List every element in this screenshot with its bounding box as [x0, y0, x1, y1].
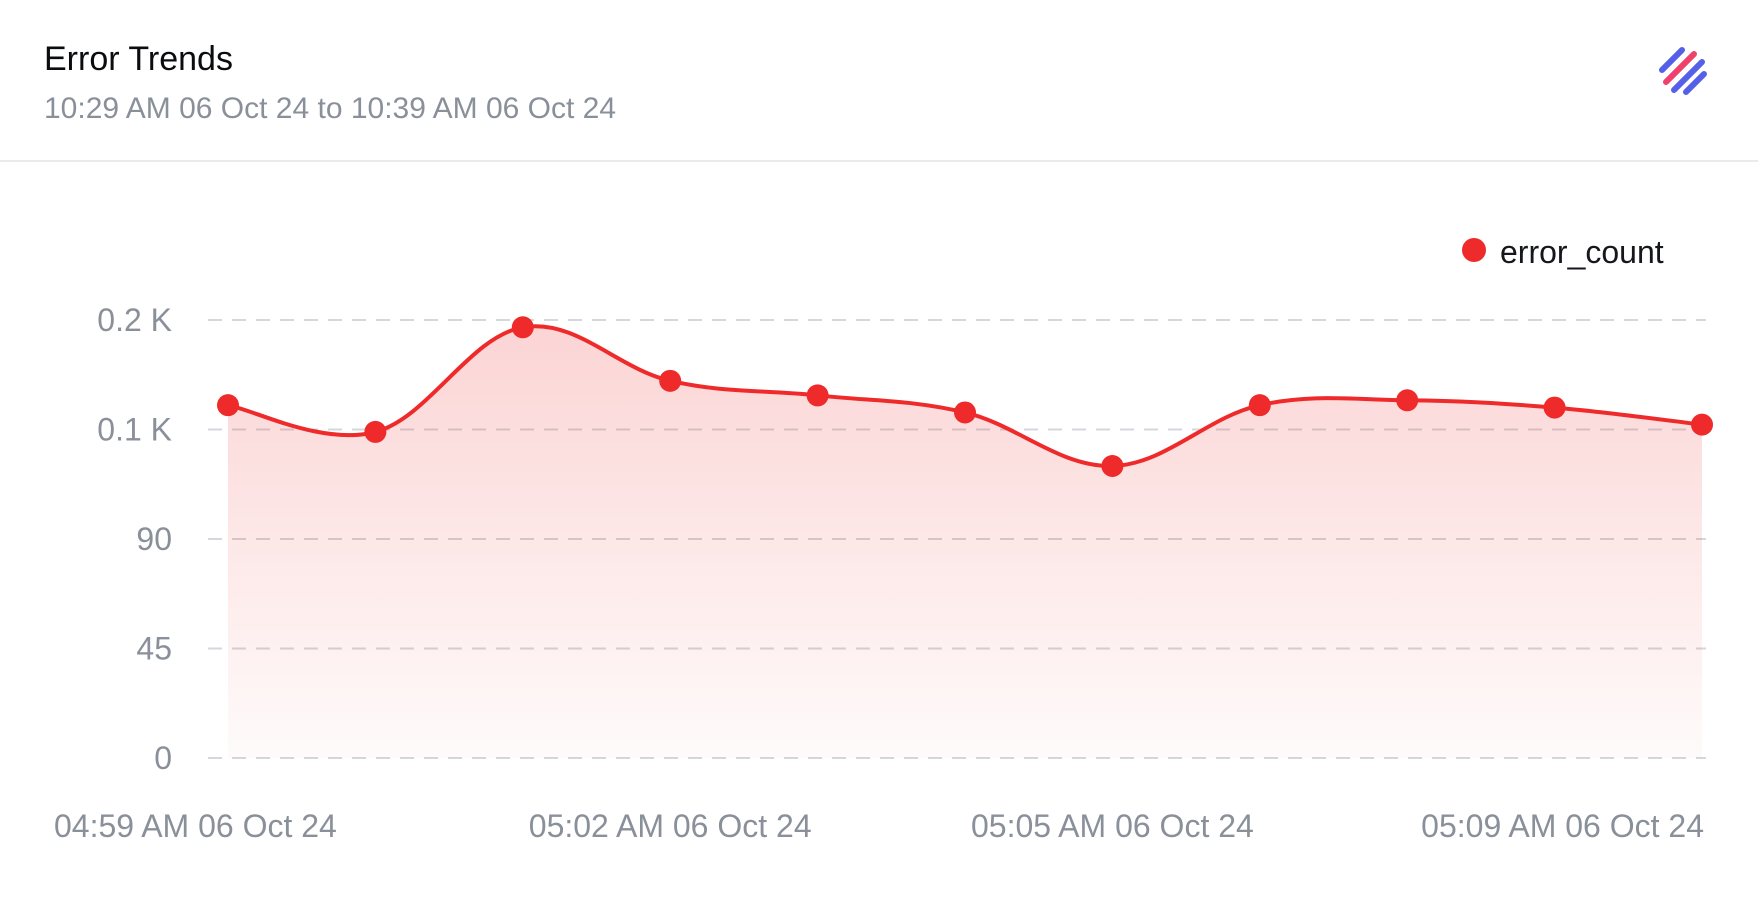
legend-marker-error-count	[1462, 238, 1486, 262]
data-point[interactable]	[1248, 394, 1271, 417]
x-tick-label: 05:05 AM 06 Oct 24	[971, 808, 1254, 844]
data-point[interactable]	[1543, 396, 1566, 419]
legend-label-error-count: error_count	[1500, 234, 1664, 270]
data-point[interactable]	[659, 369, 682, 392]
data-point[interactable]	[217, 394, 239, 417]
data-point[interactable]	[954, 401, 976, 424]
chart-header: Error Trends 10:29 AM 06 Oct 24 to 10:39…	[0, 0, 1758, 162]
x-tick-label: 04:59 AM 06 Oct 24	[54, 808, 337, 844]
data-point[interactable]	[806, 384, 829, 407]
data-point[interactable]	[1396, 389, 1419, 412]
x-axis-tick-labels: 04:59 AM 06 Oct 24 05:02 AM 06 Oct 24 05:0…	[54, 808, 1704, 844]
y-tick-label: 0	[154, 740, 172, 776]
y-tick-label: 0.1 K	[97, 412, 172, 448]
chart-title: Error Trends	[44, 40, 233, 78]
data-point[interactable]	[364, 420, 387, 443]
x-tick-label: 05:02 AM 06 Oct 24	[529, 808, 812, 844]
data-point[interactable]	[1691, 413, 1713, 436]
y-tick-label: 90	[136, 521, 172, 557]
area-chart: error_count 0 45 90 0.1 K 0.2 K 04:59 AM 06 …	[54, 234, 1713, 844]
chart-legend[interactable]: error_count	[1462, 234, 1664, 270]
time-range-subtitle: 10:29 AM 06 Oct 24 to 10:39 AM 06 Oct 24	[44, 92, 617, 125]
chart-card: Error Trends 10:29 AM 06 Oct 24 to 10:39…	[0, 0, 1758, 897]
data-point[interactable]	[511, 316, 534, 339]
series-area-error-count	[228, 326, 1702, 758]
x-tick-label: 05:09 AM 06 Oct 24	[1421, 808, 1704, 844]
y-axis-tick-labels: 0 45 90 0.1 K 0.2 K	[97, 302, 172, 776]
brand-logo-icon	[1659, 47, 1707, 95]
y-tick-label: 0.2 K	[97, 302, 172, 338]
data-point[interactable]	[1101, 455, 1124, 477]
y-tick-label: 45	[136, 631, 172, 667]
